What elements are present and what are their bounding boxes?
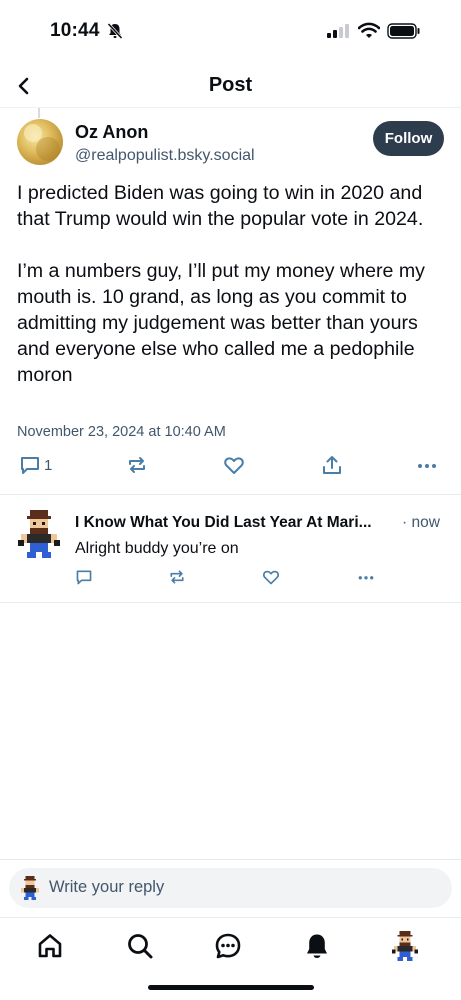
search-icon [128,934,153,959]
post-timestamp: November 23, 2024 at 10:40 AM [17,424,226,440]
page-title: Post [208,74,253,96]
more-icon [418,464,436,468]
divider [0,602,461,603]
reply-button[interactable] [19,454,41,478]
reply-composer[interactable]: Write your reply [9,868,452,908]
author-avatar[interactable] [17,119,63,165]
post-text: I predicted Biden was going to win in 20… [17,182,425,386]
battery-icon [387,23,421,44]
chat-icon [215,933,241,959]
divider [0,494,461,495]
reply-repost-button[interactable] [168,568,186,586]
status-time: 10:44 [50,20,100,41]
notifications-icon [307,934,327,958]
reply-count: 1 [44,457,53,474]
tab-notifications[interactable] [302,931,332,961]
reply-author-avatar[interactable] [18,510,60,558]
reply-author-name[interactable]: I Know What You Did Last Year At Mari... [75,514,397,532]
reply-more-button[interactable] [356,568,376,586]
more-icon [358,576,374,580]
reply-text: Alright buddy you’re on [75,540,239,557]
divider [0,917,461,918]
repost-icon [170,570,184,584]
home-icon [38,934,62,958]
like-icon [224,457,244,474]
follow-button[interactable]: Follow [373,121,444,156]
composer-avatar [19,876,41,900]
share-icon [323,456,341,474]
more-button[interactable] [416,454,438,478]
home-indicator [148,985,314,990]
reply-icon [76,570,92,585]
nav-header: Post [0,64,461,108]
wifi-icon [357,22,381,44]
tab-profile[interactable] [392,931,422,961]
bell-off-icon [106,22,124,45]
share-button[interactable] [321,454,343,478]
post-author-handle[interactable]: @realpopulist.bsky.social [75,147,255,165]
tab-home[interactable] [35,931,65,961]
post-author-name[interactable]: Oz Anon [75,122,148,143]
tab-chat[interactable] [213,931,243,961]
reply-time: · now [402,514,440,531]
reply-reply-button[interactable] [75,568,93,586]
reply-like-button[interactable] [262,568,280,586]
divider [0,859,461,860]
reply-icon [21,457,39,474]
tab-search[interactable] [125,931,155,961]
signal-icon [327,24,351,43]
like-button[interactable] [223,454,245,478]
repost-icon [129,457,145,473]
status-bar: 10:44 [0,0,461,64]
profile-avatar [392,931,418,961]
thread-line [38,108,40,118]
composer-placeholder: Write your reply [49,878,165,896]
repost-button[interactable] [126,454,148,478]
like-icon [263,570,279,585]
